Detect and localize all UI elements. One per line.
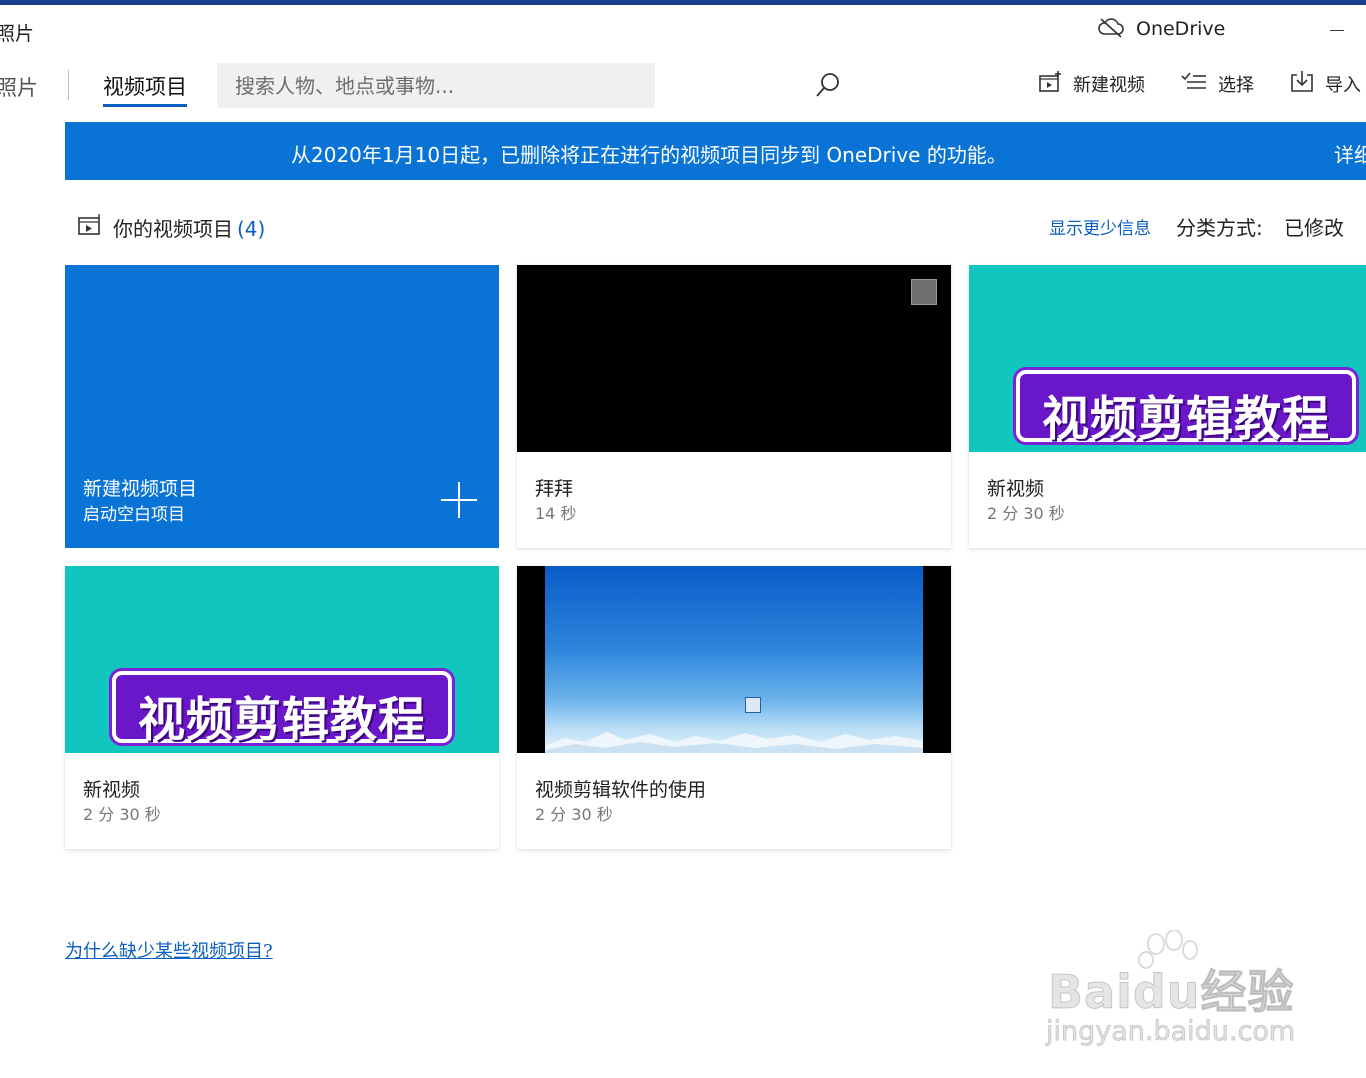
project-card[interactable]: 视频剪辑教程 新视频 2 分 30 秒	[65, 566, 499, 849]
new-video-icon	[1038, 70, 1062, 98]
project-duration: 2 分 30 秒	[535, 805, 613, 824]
sort-label: 分类方式:	[1176, 216, 1263, 240]
onedrive-status-button[interactable]: OneDrive	[1098, 16, 1225, 42]
project-thumbnail	[517, 265, 951, 452]
search-box	[217, 63, 839, 108]
new-project-subtitle: 启动空白项目	[83, 505, 185, 525]
new-project-title: 新建视频项目	[83, 478, 198, 500]
project-card[interactable]: 视频剪辑教程 新视频 2 分 30 秒	[969, 265, 1366, 548]
project-thumbnail: 视频剪辑教程	[969, 265, 1366, 452]
section-title: 你的视频项目 (4)	[113, 213, 265, 242]
tab-video-projects[interactable]: 视频项目	[103, 71, 187, 101]
project-thumbnail	[517, 566, 951, 753]
new-video-button[interactable]: 新建视频	[1038, 70, 1145, 98]
watermark-brand: Baidu经验	[1048, 965, 1295, 1020]
desktop-app-icon	[745, 697, 761, 713]
import-icon	[1290, 70, 1314, 98]
onedrive-label: OneDrive	[1136, 18, 1226, 40]
search-input[interactable]	[217, 63, 597, 108]
missing-projects-link[interactable]: 为什么缺少某些视频项目?	[65, 937, 273, 963]
project-name: 新视频	[83, 779, 141, 801]
project-duration: 14 秒	[535, 504, 577, 523]
project-name: 拜拜	[535, 478, 574, 500]
thumbnail-title-banner: 视频剪辑教程	[112, 671, 452, 748]
baidu-watermark: Baidu经验 jingyan.baidu.com	[1040, 930, 1300, 1050]
thumbnail-title-banner: 视频剪辑教程	[1016, 370, 1356, 447]
plus-icon	[441, 482, 477, 518]
cloud-offline-icon	[1098, 16, 1124, 42]
select-checkbox[interactable]	[911, 279, 937, 305]
import-button[interactable]: 导入	[1290, 70, 1361, 98]
show-less-info-link[interactable]: 显示更少信息	[1049, 214, 1151, 239]
nav-photos-link[interactable]: 照片	[0, 72, 38, 102]
project-count: (4)	[237, 217, 266, 241]
select-label: 选择	[1218, 75, 1254, 96]
window-top-border	[0, 0, 1366, 5]
watermark-url: jingyan.baidu.com	[1045, 1016, 1296, 1048]
new-video-label: 新建视频	[1073, 75, 1145, 96]
banner-details-link[interactable]: 详细	[1334, 139, 1366, 168]
video-project-icon	[77, 213, 103, 241]
minimize-button[interactable]	[1322, 12, 1352, 42]
project-duration: 2 分 30 秒	[987, 504, 1065, 523]
nav-divider	[68, 70, 69, 100]
project-name: 视频剪辑软件的使用	[535, 779, 707, 801]
snow-mountains	[545, 732, 923, 753]
thumbnail-title-text: 视频剪辑教程	[138, 693, 426, 748]
project-thumbnail: 视频剪辑教程	[65, 566, 499, 753]
info-banner: 从2020年1月10日起，已删除将正在进行的视频项目同步到 OneDrive 的…	[65, 122, 1366, 180]
search-icon[interactable]	[813, 71, 843, 101]
project-duration: 2 分 30 秒	[83, 805, 161, 824]
app-title: 照片	[0, 23, 35, 45]
new-video-project-card[interactable]: 新建视频项目 启动空白项目	[65, 265, 499, 548]
active-tab-indicator	[103, 104, 187, 107]
banner-message: 从2020年1月10日起，已删除将正在进行的视频项目同步到 OneDrive 的…	[291, 143, 1007, 167]
sort-dropdown[interactable]: 已修改	[1284, 212, 1344, 241]
select-list-icon	[1181, 70, 1207, 98]
project-name: 新视频	[987, 478, 1045, 500]
select-button[interactable]: 选择	[1181, 70, 1254, 98]
project-card[interactable]: 视频剪辑软件的使用 2 分 30 秒	[517, 566, 951, 849]
import-label: 导入	[1325, 75, 1361, 96]
thumbnail-title-text: 视频剪辑教程	[1042, 392, 1330, 447]
section-title-text: 你的视频项目	[113, 217, 233, 241]
project-card[interactable]: 拜拜 14 秒	[517, 265, 951, 548]
